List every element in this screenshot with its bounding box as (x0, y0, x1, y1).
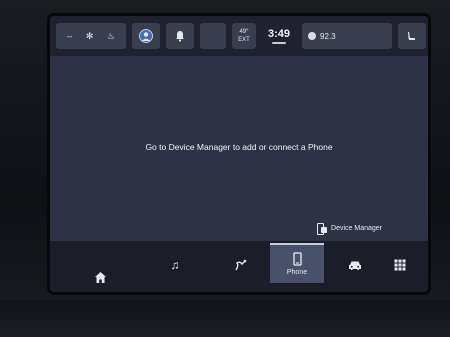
nav-apps[interactable] (380, 247, 420, 283)
phone-icon (292, 252, 302, 266)
bottom-nav: ♫ Phone (50, 241, 428, 292)
time-text: 3:49 (267, 28, 291, 40)
outside-temp-tile: 49° EXT (232, 23, 256, 49)
seat-heat-icon: ♨ (107, 31, 116, 41)
nav-phone[interactable]: Phone (270, 243, 324, 283)
clock: 3:49 (262, 23, 296, 49)
nav-music[interactable]: ♫ (155, 247, 195, 283)
nav-vehicle[interactable] (335, 247, 375, 283)
bell-icon (176, 31, 184, 42)
connect-phone-message: Go to Device Manager to add or connect a… (145, 142, 333, 152)
nav-home[interactable] (80, 259, 120, 292)
car-icon (349, 261, 361, 270)
radio-station: 92.3 (320, 31, 336, 41)
temp-label: EXT (238, 37, 250, 43)
profile-tile[interactable] (132, 23, 160, 49)
status-bar: -- ✻ ♨ 49° EXT 3:49 92.3 (50, 16, 428, 56)
climate-tile[interactable]: -- ✻ ♨ (56, 23, 126, 49)
nav-phone-label: Phone (286, 269, 308, 276)
notifications-tile[interactable] (166, 23, 194, 49)
radio-icon (308, 32, 316, 40)
radio-tile[interactable]: 92.3 (302, 23, 392, 49)
blank-tile[interactable] (200, 23, 226, 49)
device-manager-button[interactable]: Device Manager (317, 223, 382, 235)
device-manager-label: Device Manager (331, 225, 382, 232)
music-note-icon: ♫ (170, 258, 180, 272)
nav-navigation[interactable] (220, 247, 260, 283)
device-manager-icon (317, 223, 328, 235)
seat-icon (408, 32, 415, 40)
temp-value: 49° (239, 29, 249, 35)
fan-icon: ✻ (85, 31, 94, 41)
navigation-icon (234, 259, 246, 270)
climate-dash: -- (66, 31, 73, 41)
user-avatar-icon (139, 29, 153, 43)
seat-tile[interactable] (398, 23, 426, 49)
main-content: Go to Device Manager to add or connect a… (50, 56, 428, 241)
apps-grid-icon (394, 259, 406, 271)
dashboard-trim (0, 300, 450, 337)
clock-underline (272, 42, 286, 44)
home-icon (94, 271, 106, 283)
infotainment-screen: -- ✻ ♨ 49° EXT 3:49 92.3 Go to Device Ma… (50, 16, 428, 292)
